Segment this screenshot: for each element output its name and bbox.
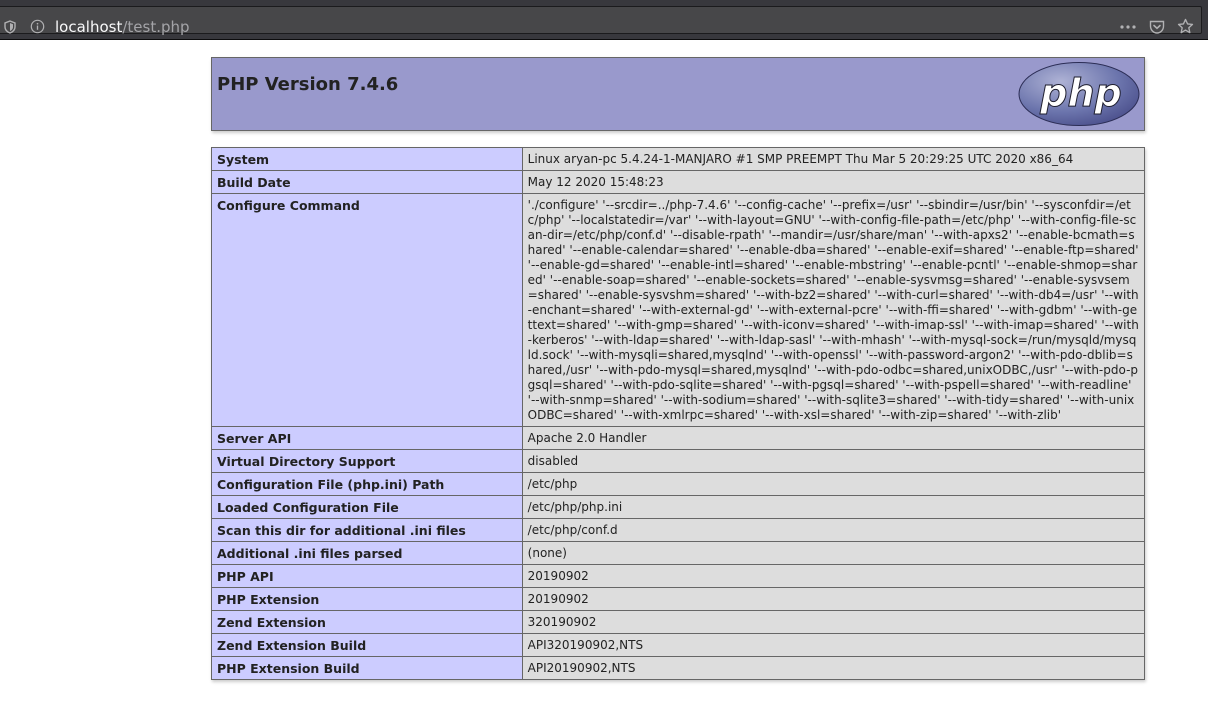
table-row: Additional .ini files parsed (none) bbox=[211, 541, 1146, 565]
table-row: Virtual Directory Support disabled bbox=[211, 449, 1146, 473]
table-row: PHP Extension 20190902 bbox=[211, 587, 1146, 611]
table-row: Zend Extension Build API320190902,NTS bbox=[211, 633, 1146, 657]
table-row: Configure Command './configure' '--srcdir… bbox=[211, 193, 1146, 427]
table-row: PHP API 20190902 bbox=[211, 564, 1146, 588]
row-key: Virtual Directory Support bbox=[211, 449, 523, 473]
row-value: API320190902,NTS bbox=[521, 633, 1146, 657]
table-row: Server API Apache 2.0 Handler bbox=[211, 426, 1146, 450]
pocket-icon[interactable] bbox=[1149, 19, 1165, 35]
url-host: localhost bbox=[55, 18, 123, 36]
table-row: Build Date May 12 2020 15:48:23 bbox=[211, 170, 1146, 194]
table-row: Scan this dir for additional .ini files /… bbox=[211, 518, 1146, 542]
row-key: PHP Extension bbox=[211, 587, 523, 611]
row-key: Additional .ini files parsed bbox=[211, 541, 523, 565]
row-value: (none) bbox=[521, 541, 1146, 565]
url-text[interactable]: localhost/test.php bbox=[55, 18, 190, 36]
more-icon[interactable] bbox=[1119, 19, 1137, 35]
php-logo-text: php bbox=[1039, 71, 1121, 115]
row-value: './configure' '--srcdir=../php-7.4.6' '-… bbox=[521, 193, 1146, 427]
row-key: PHP Extension Build bbox=[211, 656, 523, 680]
row-value: /etc/php/conf.d bbox=[521, 518, 1146, 542]
row-key: Build Date bbox=[211, 170, 523, 194]
row-value: 20190902 bbox=[521, 564, 1146, 588]
table-row: Loaded Configuration File/etc/php/php.in… bbox=[211, 495, 1146, 519]
row-value: /etc/php/php.ini bbox=[521, 495, 1146, 519]
table-row: System Linux aryan-pc 5.4.24-1-MANJARO #1… bbox=[211, 147, 1146, 171]
shield-icon[interactable] bbox=[4, 20, 16, 34]
row-key: Zend Extension bbox=[211, 610, 523, 634]
row-value: 20190902 bbox=[521, 587, 1146, 611]
row-key: Zend Extension Build bbox=[211, 633, 523, 657]
info-table: System Linux aryan-pc 5.4.24-1-MANJARO #1… bbox=[211, 147, 1146, 680]
row-value: Apache 2.0 Handler bbox=[521, 426, 1146, 450]
browser-toolbar: localhost/test.php bbox=[0, 0, 1208, 40]
table-row: Configuration File (php.ini) Path/etc/ph… bbox=[211, 472, 1146, 496]
url-path: /test.php bbox=[122, 18, 190, 36]
row-key: System bbox=[211, 147, 523, 171]
table-row: PHP Extension Build API20190902,NTS bbox=[211, 656, 1146, 680]
row-key: Loaded Configuration File bbox=[211, 495, 523, 519]
row-value: /etc/php bbox=[521, 472, 1146, 496]
row-key: PHP API bbox=[211, 564, 523, 588]
row-value: disabled bbox=[521, 449, 1146, 473]
url-bar[interactable]: localhost/test.php bbox=[0, 6, 1202, 36]
page-content: PHP Version 7.4.6 php System Linux aryan-… bbox=[0, 40, 1208, 708]
row-value: 320190902 bbox=[521, 610, 1146, 634]
info-icon[interactable] bbox=[30, 19, 45, 34]
row-value: Linux aryan-pc 5.4.24-1-MANJARO #1 SMP P… bbox=[521, 147, 1146, 171]
page-title: PHP Version 7.4.6 bbox=[217, 74, 399, 95]
row-key: Server API bbox=[211, 426, 523, 450]
star-icon[interactable] bbox=[1177, 18, 1194, 35]
row-value: API20190902,NTS bbox=[521, 656, 1146, 680]
row-key: Configuration File (php.ini) Path bbox=[211, 472, 523, 496]
phpinfo-header: PHP Version 7.4.6 php bbox=[211, 57, 1145, 131]
php-logo[interactable]: php bbox=[1018, 61, 1140, 127]
table-row: Zend Extension 320190902 bbox=[211, 610, 1146, 634]
row-key: Configure Command bbox=[211, 193, 523, 427]
row-key: Scan this dir for additional .ini files bbox=[211, 518, 523, 542]
row-value: May 12 2020 15:48:23 bbox=[521, 170, 1146, 194]
